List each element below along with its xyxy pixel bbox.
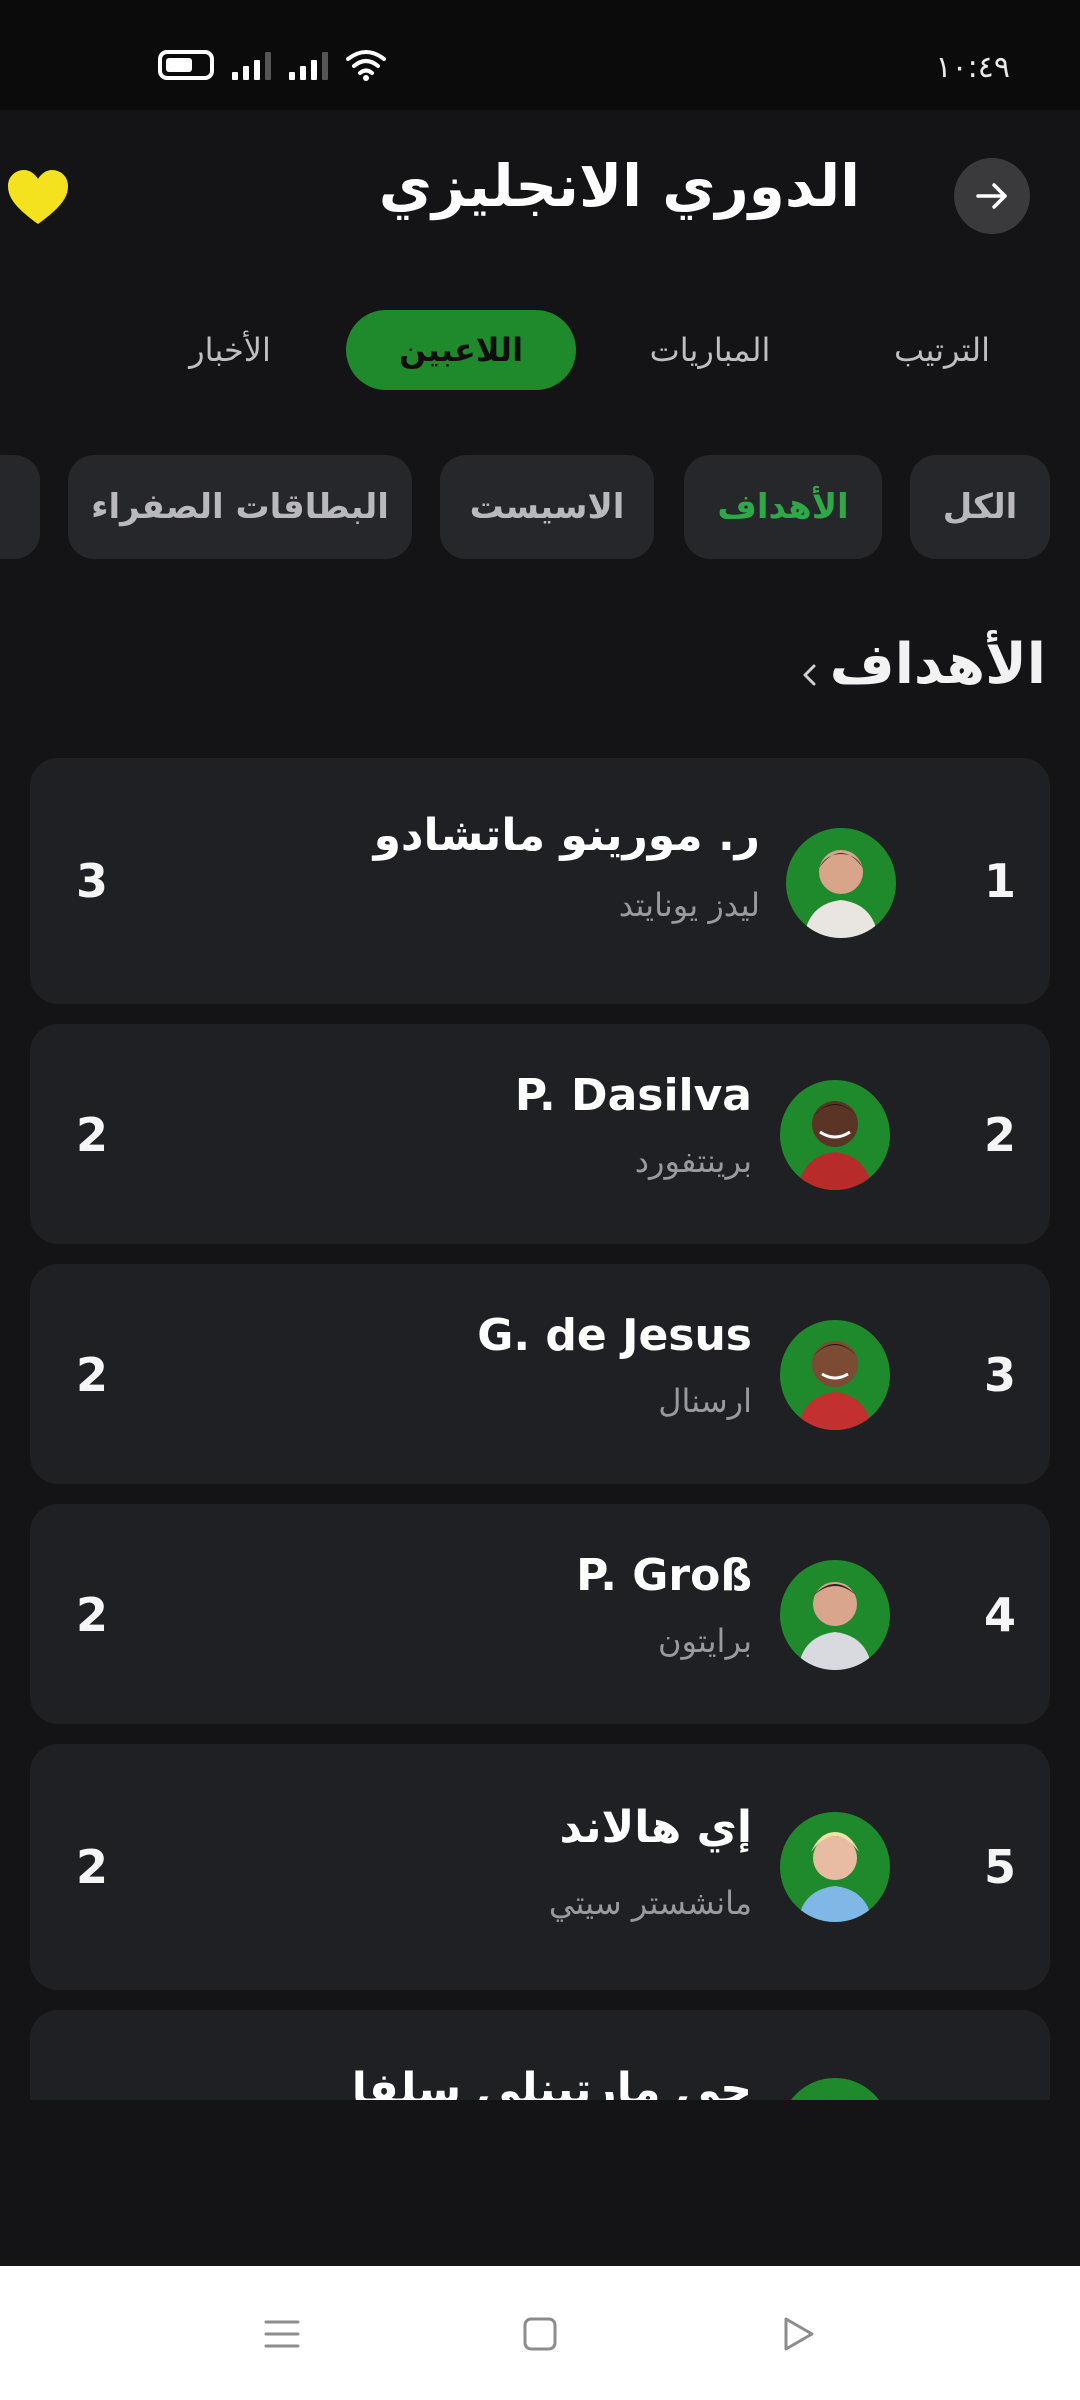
list-item[interactable]: 3 G. de Jesus ارسنال 2 [30, 1264, 1050, 1484]
player-name: P. Dasilva [514, 1070, 752, 1121]
nav-back-button[interactable] [768, 2304, 828, 2364]
player-team: برايتون [657, 1622, 752, 1660]
player-name: G. de Jesus [477, 1310, 752, 1361]
avatar [780, 1560, 890, 1670]
status-bar: ١٠:٤٩ [0, 0, 1080, 110]
goals-count: 3 [76, 854, 109, 908]
player-list: 1 ر. مورينو ماتشادو ليدز يونايتد 3 2 P. … [30, 758, 1050, 2100]
page-title: الدوري الانجليزي [378, 152, 860, 220]
player-team: مانشستر سيتي [548, 1884, 752, 1922]
wifi-icon [346, 50, 386, 81]
signal-icon-1 [232, 50, 271, 80]
avatar [780, 1812, 890, 1922]
system-nav-bar [0, 2266, 1080, 2400]
goals-count: 2 [76, 1348, 109, 1402]
list-item[interactable]: جي مارتينلي سلفا [30, 2010, 1050, 2100]
player-name: إي هالاند [559, 1802, 752, 1853]
nav-menu-button[interactable] [252, 2304, 312, 2364]
player-rank: 3 [983, 1348, 1016, 1402]
square-icon [523, 2317, 557, 2351]
triangle-back-icon [784, 2317, 814, 2351]
app-screen: ١٠:٤٩ الدوري الانجليزي الترتيب المباريات… [0, 0, 1080, 2400]
main-tabs: الترتيب المباريات اللاعبين الأخبار [0, 300, 1080, 390]
back-button[interactable] [954, 158, 1030, 234]
status-time: ١٠:٤٩ [935, 50, 1010, 85]
section-title[interactable]: الأهداف [830, 632, 1046, 697]
player-team: ليدز يونايتد [618, 886, 760, 924]
menu-icon [264, 2320, 300, 2348]
battery-icon [158, 50, 214, 80]
tab-news[interactable]: الأخبار [160, 310, 300, 390]
player-rank: 1 [983, 854, 1016, 908]
chip-all[interactable]: الكل [910, 455, 1050, 559]
player-team: ارسنال [658, 1382, 752, 1420]
player-rank: 4 [983, 1588, 1016, 1642]
header: الدوري الانجليزي [0, 110, 1080, 270]
nav-home-button[interactable] [510, 2304, 570, 2364]
player-rank: 2 [983, 1108, 1016, 1162]
avatar [780, 2078, 890, 2100]
list-item[interactable]: 1 ر. مورينو ماتشادو ليدز يونايتد 3 [30, 758, 1050, 1004]
player-team: برينتفورد [634, 1142, 752, 1180]
tab-standings[interactable]: الترتيب [862, 310, 1022, 390]
list-item[interactable]: 2 P. Dasilva برينتفورد 2 [30, 1024, 1050, 1244]
goals-count: 2 [76, 1588, 109, 1642]
avatar [786, 828, 896, 938]
player-name: ر. مورينو ماتشادو [373, 810, 760, 861]
stat-filter-chips: الكل الأهداف الاسيست البطاقات الصفراء [0, 455, 1080, 565]
goals-count: 2 [76, 1840, 109, 1894]
avatar [780, 1080, 890, 1190]
tab-players[interactable]: اللاعبين [346, 310, 576, 390]
player-name: P. Groß [576, 1550, 752, 1601]
avatar [780, 1320, 890, 1430]
player-name: جي مارتينلي سلفا [351, 2064, 752, 2100]
heart-icon [8, 170, 68, 224]
chip-goals[interactable]: الأهداف [684, 455, 882, 559]
list-item[interactable]: 5 إي هالاند مانشستر سيتي 2 [30, 1744, 1050, 1990]
list-item[interactable]: 4 P. Groß برايتون 2 [30, 1504, 1050, 1724]
chip-yellow-cards[interactable]: البطاقات الصفراء [68, 455, 412, 559]
chevron-left-icon[interactable] [798, 660, 820, 690]
chip-assists[interactable]: الاسيست [440, 455, 654, 559]
player-rank: 5 [983, 1840, 1016, 1894]
chip-more[interactable] [0, 455, 40, 559]
tab-matches[interactable]: المباريات [620, 310, 800, 390]
status-icons [158, 48, 386, 82]
signal-icon-2 [289, 50, 328, 80]
goals-count: 2 [76, 1108, 109, 1162]
favorite-button[interactable] [6, 168, 70, 226]
arrow-right-icon [976, 183, 1007, 209]
